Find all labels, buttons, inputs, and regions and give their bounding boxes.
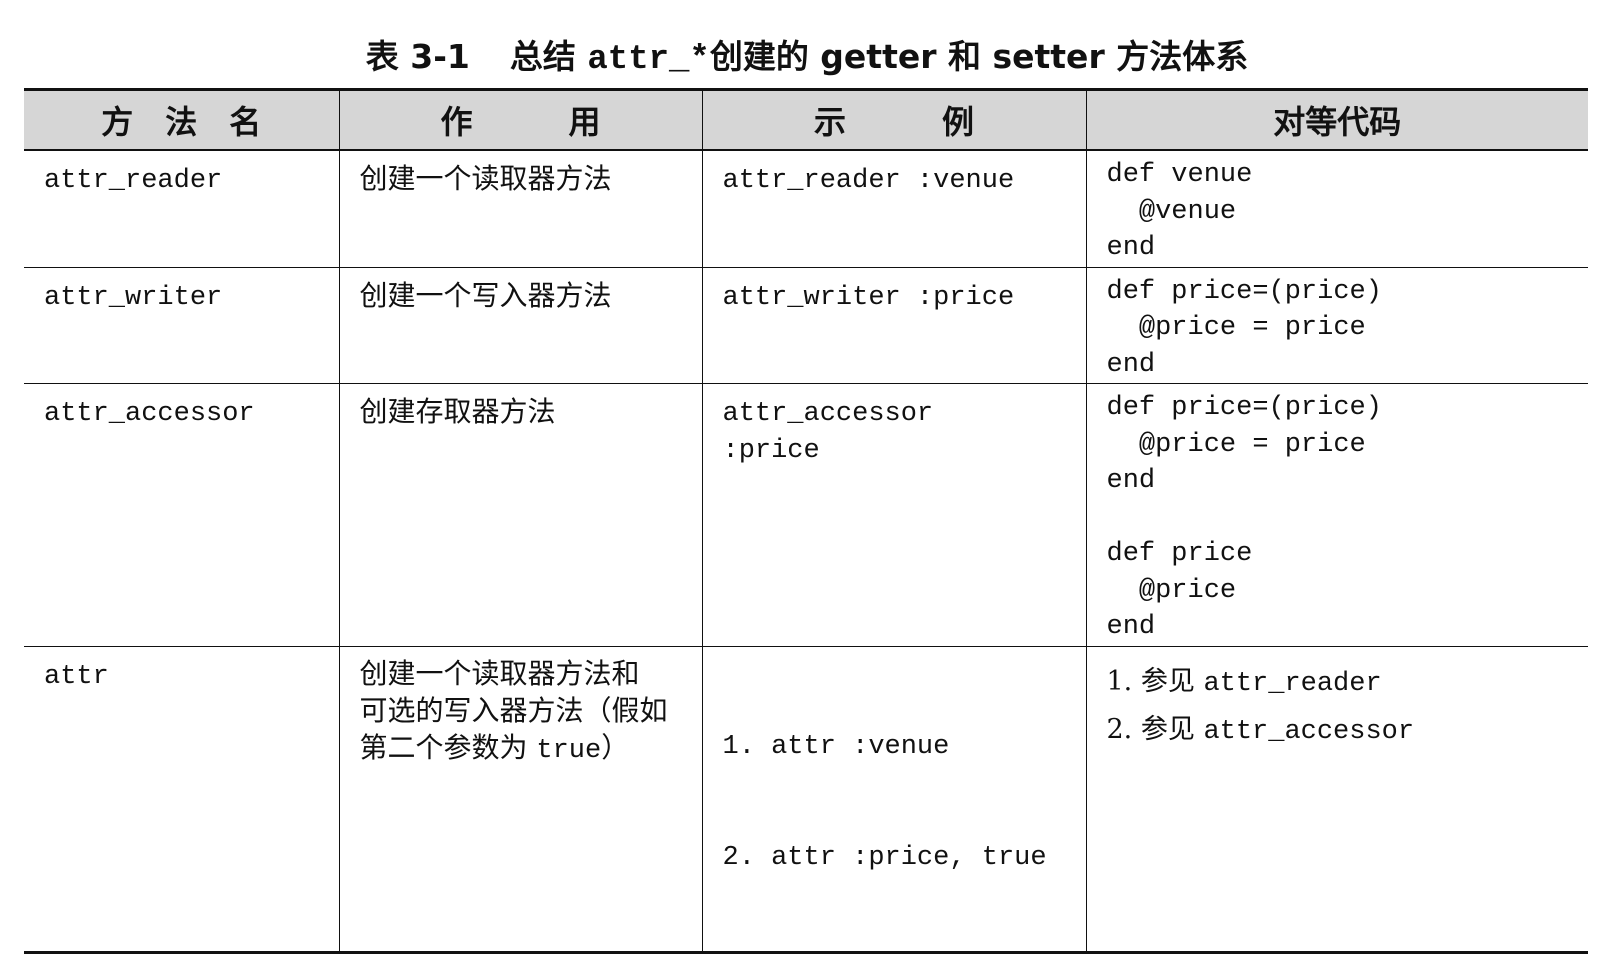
method-name-cell: attr_reader — [24, 150, 340, 268]
purpose-line: 第二个参数为 true） — [359, 730, 630, 766]
purpose-line: 可选的写入器方法（假如 — [359, 693, 668, 727]
method-name-cell: attr_writer — [24, 267, 340, 384]
inline-code: attr_reader — [1203, 668, 1382, 699]
example-cell: attr_reader :venue — [701, 150, 1087, 268]
table-row: attr_reader 创建一个读取器方法 attr_reader :venue… — [24, 150, 1588, 268]
table-row: attr 创建一个读取器方法和 可选的写入器方法（假如 第二个参数为 true）… — [24, 646, 1588, 954]
purpose-line: 创建一个读取器方法和 — [359, 656, 640, 690]
purpose-cell: 创建一个写入器方法 — [338, 267, 703, 384]
table-row: attr_writer 创建一个写入器方法 attr_writer :price… — [24, 267, 1588, 384]
method-name-cell: attr_accessor — [24, 383, 340, 647]
table-caption: 表 3-1 总结 attr_*创建的 getter 和 setter 方法体系 — [0, 30, 1614, 79]
caption-text-after: 创建的 getter 和 setter 方法体系 — [709, 37, 1249, 76]
purpose-cell: 创建一个读取器方法 — [338, 150, 703, 268]
table-header-row: 方 法 名 作 用 示 例 对等代码 — [24, 88, 1588, 151]
reference-line: 2. 参见 attr_accessor — [1106, 713, 1415, 747]
attr-methods-table: 方 法 名 作 用 示 例 对等代码 attr_reader 创建一个读取器方法… — [24, 88, 1588, 954]
equivalent-code-cell: def price=(price) @price = price end — [1085, 267, 1588, 384]
caption-code: attr_* — [587, 41, 710, 79]
purpose-cell: 创建存取器方法 — [338, 383, 703, 647]
example-line: 2. attr :price, true — [722, 842, 1047, 873]
inline-code: true — [536, 735, 602, 766]
inline-code: attr_accessor — [1203, 716, 1415, 747]
header-method-name: 方 法 名 — [24, 88, 340, 151]
caption-text-before: 总结 — [509, 37, 588, 76]
equivalent-code-cell: def price=(price) @price = price end def… — [1085, 383, 1588, 647]
example-cell: attr_accessor :price — [701, 383, 1087, 647]
header-equivalent-code: 对等代码 — [1085, 88, 1588, 151]
example-cell: attr_writer :price — [701, 267, 1087, 384]
header-purpose: 作 用 — [338, 88, 703, 151]
header-example: 示 例 — [701, 88, 1087, 151]
example-cell: 1. attr :venue 2. attr :price, true — [701, 646, 1087, 954]
purpose-cell: 创建一个读取器方法和 可选的写入器方法（假如 第二个参数为 true） — [338, 646, 703, 954]
reference-line: 1. 参见 attr_reader — [1106, 665, 1382, 699]
example-line: 1. attr :venue — [722, 731, 950, 762]
caption-number: 表 3-1 — [365, 37, 470, 76]
equivalent-code-cell: def venue @venue end — [1085, 150, 1588, 268]
table-row: attr_accessor 创建存取器方法 attr_accessor :pri… — [24, 383, 1588, 647]
equivalent-code-cell: 1. 参见 attr_reader 2. 参见 attr_accessor — [1085, 646, 1588, 954]
method-name-cell: attr — [24, 646, 340, 954]
